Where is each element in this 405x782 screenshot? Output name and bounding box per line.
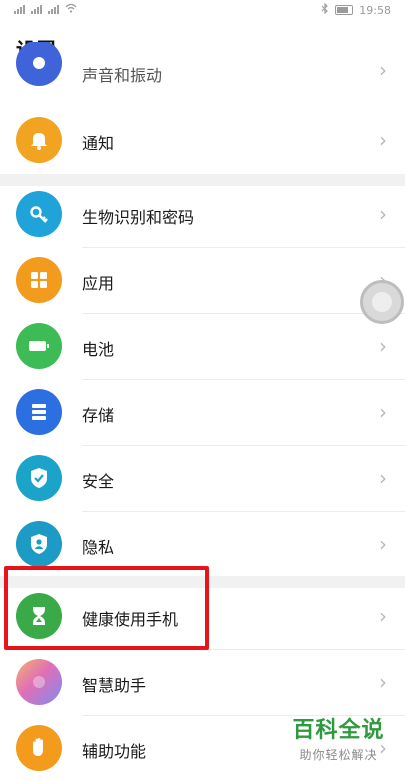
- signal-icon-3: [48, 5, 59, 14]
- wifi-icon: [65, 3, 77, 16]
- shield-check-icon: [16, 455, 62, 501]
- assistant-icon: [16, 659, 62, 705]
- status-time: 19:58: [359, 3, 391, 17]
- storage-icon: [16, 389, 62, 435]
- status-bar: 19:58: [0, 0, 405, 22]
- battery-icon: [335, 5, 354, 15]
- floating-nav-ball[interactable]: [360, 280, 404, 324]
- chevron-right-icon: ›: [379, 128, 387, 152]
- apps-grid-icon: [16, 257, 62, 303]
- settings-item-label: 辅助功能: [82, 742, 147, 761]
- bluetooth-icon: [321, 2, 329, 17]
- settings-item-assistant[interactable]: 智慧助手 ›: [0, 650, 405, 716]
- settings-item-label: 声音和振动: [82, 66, 163, 85]
- settings-item-label: 存储: [82, 406, 115, 425]
- hand-icon: [16, 725, 62, 771]
- settings-item-label: 隐私: [82, 538, 115, 557]
- settings-item-sound[interactable]: 声音和振动 ›: [0, 42, 405, 98]
- settings-item-battery[interactable]: 电池 ›: [0, 314, 405, 380]
- settings-item-storage[interactable]: 存储 ›: [0, 380, 405, 446]
- settings-item-label: 智慧助手: [82, 676, 147, 695]
- chevron-right-icon: ›: [379, 400, 387, 424]
- sound-icon: [16, 42, 62, 86]
- signal-icon-2: [31, 5, 42, 14]
- settings-item-security[interactable]: 安全 ›: [0, 446, 405, 512]
- highlight-box: [4, 566, 209, 650]
- settings-item-label: 安全: [82, 472, 115, 491]
- watermark: 百科全说 助你轻松解决: [276, 712, 401, 772]
- privacy-shield-icon: [16, 521, 62, 567]
- chevron-right-icon: ›: [379, 334, 387, 358]
- settings-item-apps[interactable]: 应用 ›: [0, 248, 405, 314]
- settings-item-label: 应用: [82, 274, 115, 293]
- key-icon: [16, 191, 62, 237]
- bell-icon: [16, 117, 62, 163]
- chevron-right-icon: ›: [379, 670, 387, 694]
- settings-item-biometrics[interactable]: 生物识别和密码 ›: [0, 182, 405, 248]
- settings-item-label: 通知: [82, 134, 115, 153]
- chevron-right-icon: ›: [379, 466, 387, 490]
- chevron-right-icon: ›: [379, 532, 387, 556]
- chevron-right-icon: ›: [379, 58, 387, 82]
- signal-icon: [14, 5, 25, 14]
- watermark-title: 百科全说: [292, 718, 385, 743]
- watermark-subtitle: 助你轻松解决: [299, 748, 378, 762]
- settings-item-label: 生物识别和密码: [82, 208, 195, 227]
- battery-setting-icon: [16, 323, 62, 369]
- chevron-right-icon: ›: [379, 604, 387, 628]
- settings-item-notifications[interactable]: 通知 ›: [0, 108, 405, 174]
- settings-item-label: 电池: [82, 340, 115, 359]
- chevron-right-icon: ›: [379, 202, 387, 226]
